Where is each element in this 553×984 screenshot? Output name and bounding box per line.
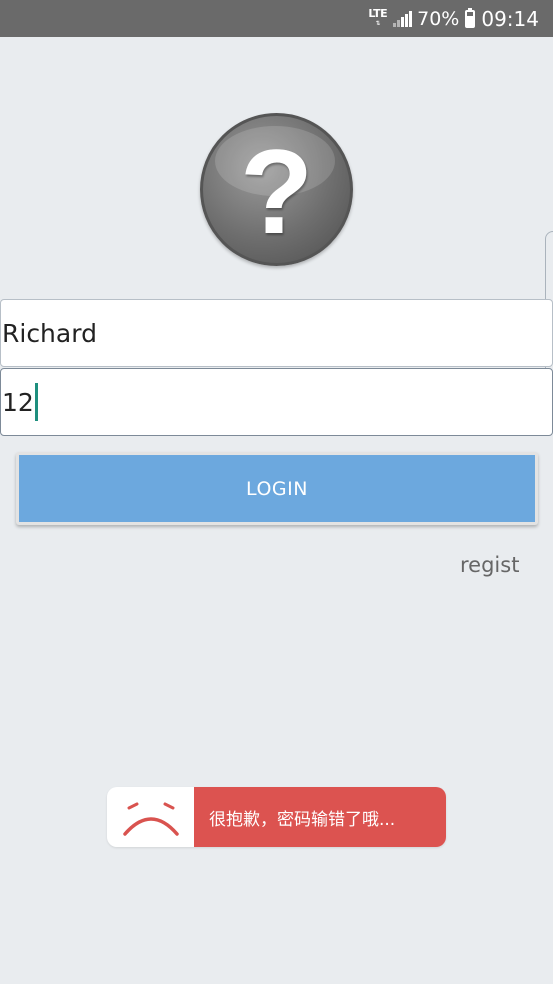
- login-button[interactable]: LOGIN: [16, 452, 538, 525]
- username-input[interactable]: [1, 300, 552, 366]
- network-type-indicator: LTE ⇅: [368, 6, 388, 29]
- password-input[interactable]: 12: [1, 383, 38, 421]
- password-field[interactable]: 12: [0, 368, 553, 436]
- avatar: ?: [200, 113, 353, 266]
- clock: 09:14: [481, 6, 539, 31]
- status-bar: LTE ⇅ 70% 09:14: [0, 0, 553, 37]
- data-arrows-icon: ⇅: [375, 19, 381, 27]
- username-field[interactable]: [0, 299, 553, 367]
- signal-strength-icon: [393, 10, 413, 27]
- sad-face-icon: [107, 787, 194, 847]
- battery-percent: 70%: [417, 7, 460, 30]
- login-button-label: LOGIN: [19, 455, 535, 522]
- error-toast: 很抱歉，密码输错了哦...: [107, 787, 446, 847]
- network-label: LTE: [368, 6, 388, 20]
- password-value: 12: [2, 387, 34, 417]
- question-mark-icon: ?: [239, 124, 314, 259]
- regist-link[interactable]: regist: [460, 553, 519, 577]
- battery-icon: [465, 7, 476, 28]
- text-cursor: [34, 383, 38, 421]
- toast-message: 很抱歉，密码输错了哦...: [194, 787, 446, 847]
